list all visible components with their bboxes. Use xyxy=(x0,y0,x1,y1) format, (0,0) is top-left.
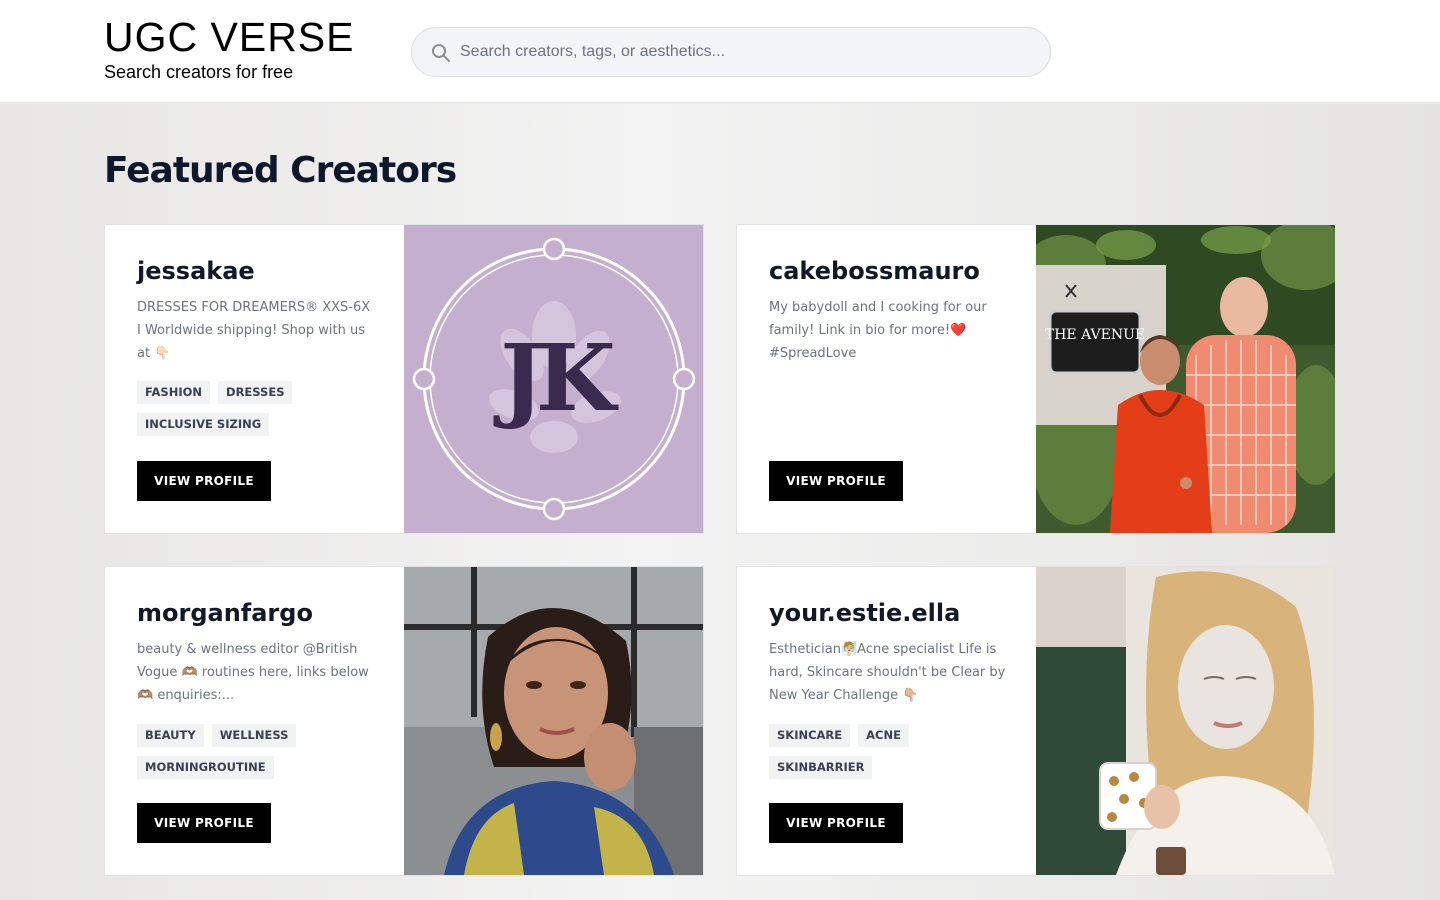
tag-list: FASHION DRESSES INCLUSIVE SIZING xyxy=(137,381,387,436)
logo-text: JK xyxy=(493,324,619,432)
sign-text: THE AVENUE xyxy=(1045,327,1145,343)
creator-card[interactable]: your.estie.ella Esthetician🧖🏼Acne specia… xyxy=(736,566,1336,876)
search-icon xyxy=(432,44,450,62)
creator-name[interactable]: morganfargo xyxy=(137,599,313,627)
tag[interactable]: WELLNESS xyxy=(211,724,297,747)
tag[interactable]: BEAUTY xyxy=(137,724,204,747)
tag-list: BEAUTY WELLNESS MORNINGROUTINE xyxy=(137,724,387,779)
creator-info: morganfargo beauty & wellness editor @Br… xyxy=(105,567,404,875)
creator-name[interactable]: cakebossmauro xyxy=(769,257,980,285)
search-input[interactable] xyxy=(460,29,1030,75)
tag[interactable]: DRESSES xyxy=(218,381,293,404)
creator-info: cakebossmauro My babydoll and I cooking … xyxy=(737,225,1036,533)
creator-card[interactable]: morganfargo beauty & wellness editor @Br… xyxy=(104,566,704,876)
creator-bio: beauty & wellness editor @British Vogue … xyxy=(137,642,369,703)
view-profile-button[interactable]: VIEW PROFILE xyxy=(769,803,903,843)
creator-bio: Esthetician🧖🏼Acne specialist Life is har… xyxy=(769,642,1006,703)
search-bar[interactable] xyxy=(411,27,1051,77)
jk-logo-image[interactable]: JK xyxy=(404,225,703,533)
tag[interactable]: FASHION xyxy=(137,381,211,404)
creator-name[interactable]: your.estie.ella xyxy=(769,599,960,627)
tag[interactable]: MORNINGROUTINE xyxy=(137,756,274,779)
creator-card[interactable]: jessakae DRESSES FOR DREAMERS® XXS-6X I … xyxy=(104,224,704,534)
view-profile-button[interactable]: VIEW PROFILE xyxy=(137,461,271,501)
creator-info: your.estie.ella Esthetician🧖🏼Acne specia… xyxy=(737,567,1036,875)
portrait-photo-image[interactable] xyxy=(404,567,703,875)
view-profile-button[interactable]: VIEW PROFILE xyxy=(769,461,903,501)
brand-subtitle: Search creators for free xyxy=(104,62,294,82)
creator-card[interactable]: cakebossmauro My babydoll and I cooking … xyxy=(736,224,1336,534)
tag[interactable]: ACNE xyxy=(858,724,909,747)
brand-title[interactable]: UGC VERSE xyxy=(104,14,355,61)
creator-info: jessakae DRESSES FOR DREAMERS® XXS-6X I … xyxy=(105,225,404,533)
tag[interactable]: INCLUSIVE SIZING xyxy=(137,413,270,436)
tag-list: SKINCARE ACNE SKINBARRIER xyxy=(769,724,1019,779)
tag[interactable]: SKINBARRIER xyxy=(769,756,873,779)
creator-bio: My babydoll and I cooking for our family… xyxy=(769,300,987,361)
section-title: Featured Creators xyxy=(104,150,457,191)
face-mask-photo-image[interactable] xyxy=(1036,567,1335,875)
couple-photo-image[interactable]: THE AVENUE xyxy=(1036,225,1335,533)
top-bar: UGC VERSE Search creators for free xyxy=(0,0,1440,103)
creator-name[interactable]: jessakae xyxy=(137,257,255,285)
creator-bio: DRESSES FOR DREAMERS® XXS-6X I Worldwide… xyxy=(137,300,371,361)
tag[interactable]: SKINCARE xyxy=(769,724,851,747)
view-profile-button[interactable]: VIEW PROFILE xyxy=(137,803,271,843)
